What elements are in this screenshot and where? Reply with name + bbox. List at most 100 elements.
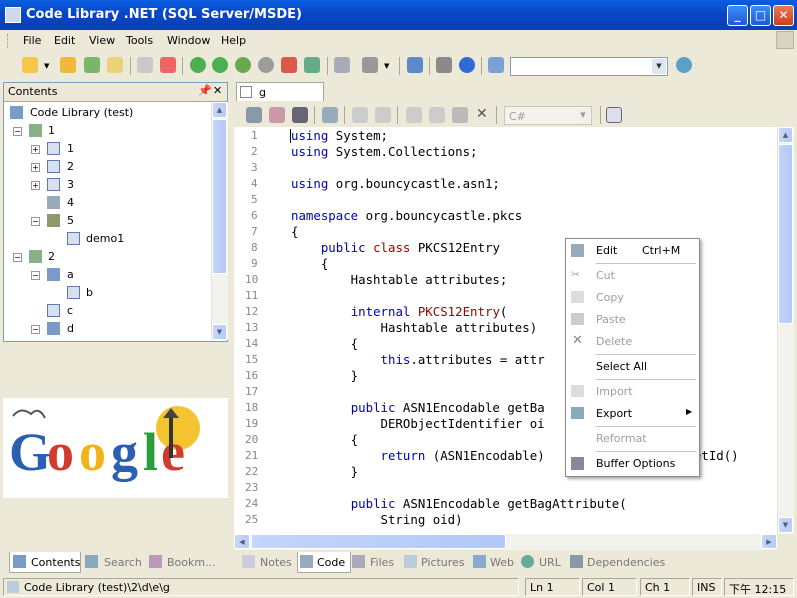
menu-item-select-all[interactable]: Select All [566,356,699,377]
line-number: 25 [245,513,259,526]
copy-node-icon[interactable] [334,57,350,73]
menu-item-cut[interactable]: ✂ Cut [566,265,699,286]
forward-icon[interactable] [212,57,228,73]
scroll-up-icon[interactable]: ▲ [212,102,227,118]
menu-item-reformat[interactable]: Reformat [566,428,699,449]
collapse-icon[interactable]: − [31,271,40,280]
code-line: Hashtable attributes) [291,320,538,335]
language-select[interactable]: C# ▼ [504,106,592,125]
collapse-icon[interactable]: − [13,127,22,136]
document-icon [67,286,80,299]
expand-icon[interactable]: + [31,145,40,154]
menu-edit[interactable]: Edit [54,34,75,47]
scroll-down-icon[interactable]: ▼ [778,517,793,533]
edit-icon[interactable] [322,107,338,123]
menu-item-import[interactable]: Import [566,381,699,402]
tab-dependencies[interactable]: Dependencies [568,555,668,571]
delete-item-icon[interactable] [160,57,176,73]
document-tab[interactable]: g [236,82,324,101]
category-icon [29,124,42,137]
dropdown-arrow-icon[interactable]: ▼ [44,62,49,70]
find-icon[interactable] [292,107,308,123]
menu-item-export[interactable]: Export ▶ [566,403,699,424]
dropdown-arrow-icon[interactable]: ▼ [384,62,389,70]
properties-icon[interactable] [107,57,123,73]
redo-icon[interactable] [375,107,391,123]
tab-code[interactable]: Code [297,552,351,573]
tree-scrollbar[interactable]: ▲ ▼ [211,102,228,340]
menu-file[interactable]: File [23,34,41,47]
cut-icon: ✂ [571,268,581,281]
undo-icon[interactable] [352,107,368,123]
window-icon[interactable] [407,57,423,73]
refresh-icon[interactable] [84,57,100,73]
scroll-right-icon[interactable]: ▶ [761,534,777,549]
search-icon[interactable] [488,57,504,73]
go-icon[interactable] [676,57,692,73]
print-icon[interactable] [362,57,378,73]
layout-icon[interactable] [606,107,622,123]
paste-icon[interactable] [452,107,468,123]
menu-item-delete[interactable]: ✕ Delete [566,331,699,352]
scroll-up-icon[interactable]: ▲ [778,127,793,143]
minimize-button[interactable]: _ [727,5,748,26]
chevron-down-icon[interactable]: ▼ [576,108,590,123]
tab-url[interactable]: URL [519,555,567,571]
pin-icon[interactable]: 📌 [198,84,212,97]
tab-search[interactable]: Search [85,555,145,571]
line-number-gutter: 1 2 3 4 5 6 7 8 9 10 11 12 13 14 15 16 1… [234,127,258,534]
collapse-icon[interactable]: − [31,217,40,226]
tab-contents[interactable]: Contents [9,552,81,573]
save-as-icon[interactable] [269,107,285,123]
document-icon [240,86,252,98]
line-number: 9 [251,257,258,270]
editor-horizontal-scrollbar[interactable]: ◀ ▶ [234,534,777,550]
collapse-icon[interactable]: − [31,325,40,334]
back-icon[interactable] [190,57,206,73]
down-icon[interactable] [258,57,274,73]
delete-icon[interactable]: ✕ [476,107,492,123]
menu-view[interactable]: View [89,34,115,47]
expand-icon[interactable]: + [31,181,40,190]
menu-window[interactable]: Window [167,34,210,47]
new-item-icon[interactable] [137,57,153,73]
close-icon[interactable]: ✕ [213,84,222,97]
copy-icon[interactable] [429,107,445,123]
folder-icon[interactable] [60,57,76,73]
menu-item-copy[interactable]: Copy [566,287,699,308]
tab-bookmarks[interactable]: Bookm... [149,555,224,571]
scroll-down-icon[interactable]: ▼ [212,324,227,340]
open-icon[interactable] [22,57,38,73]
tab-web[interactable]: Web [471,555,516,571]
editor-vertical-scrollbar[interactable]: ▲ ▼ [777,127,794,534]
scroll-thumb[interactable] [778,144,793,324]
scroll-thumb[interactable] [212,119,227,274]
up-icon[interactable] [235,57,251,73]
contents-panel: Contents 📌 ✕ Code Library (test) − 1 + 1… [3,82,228,342]
scroll-left-icon[interactable]: ◀ [234,534,250,549]
tab-notes[interactable]: Notes [240,555,296,571]
search-combo[interactable]: ▼ [510,57,668,76]
cut-icon[interactable] [406,107,422,123]
tab-files[interactable]: Files [350,555,400,571]
collapse-icon[interactable]: − [13,253,22,262]
chevron-down-icon[interactable]: ▼ [652,59,666,74]
search-icon [85,555,98,568]
menu-help[interactable]: Help [221,34,246,47]
menu-item-buffer-options[interactable]: Buffer Options [566,453,699,474]
help-icon[interactable] [459,57,475,73]
close-button[interactable]: ✕ [773,5,794,26]
toolbar-separator [344,106,345,124]
scroll-thumb[interactable] [251,534,506,549]
menu-tools[interactable]: Tools [126,34,153,47]
menu-item-edit[interactable]: Edit Ctrl+M [566,240,699,261]
expand-icon[interactable]: + [31,163,40,172]
mdi-icon[interactable] [776,31,794,49]
indent-icon[interactable] [304,57,320,73]
maximize-button[interactable]: □ [750,5,771,26]
save-icon[interactable] [246,107,262,123]
remove-icon[interactable] [281,57,297,73]
menu-item-paste[interactable]: Paste [566,309,699,330]
tab-pictures[interactable]: Pictures [402,555,468,571]
tools-icon[interactable] [436,57,452,73]
